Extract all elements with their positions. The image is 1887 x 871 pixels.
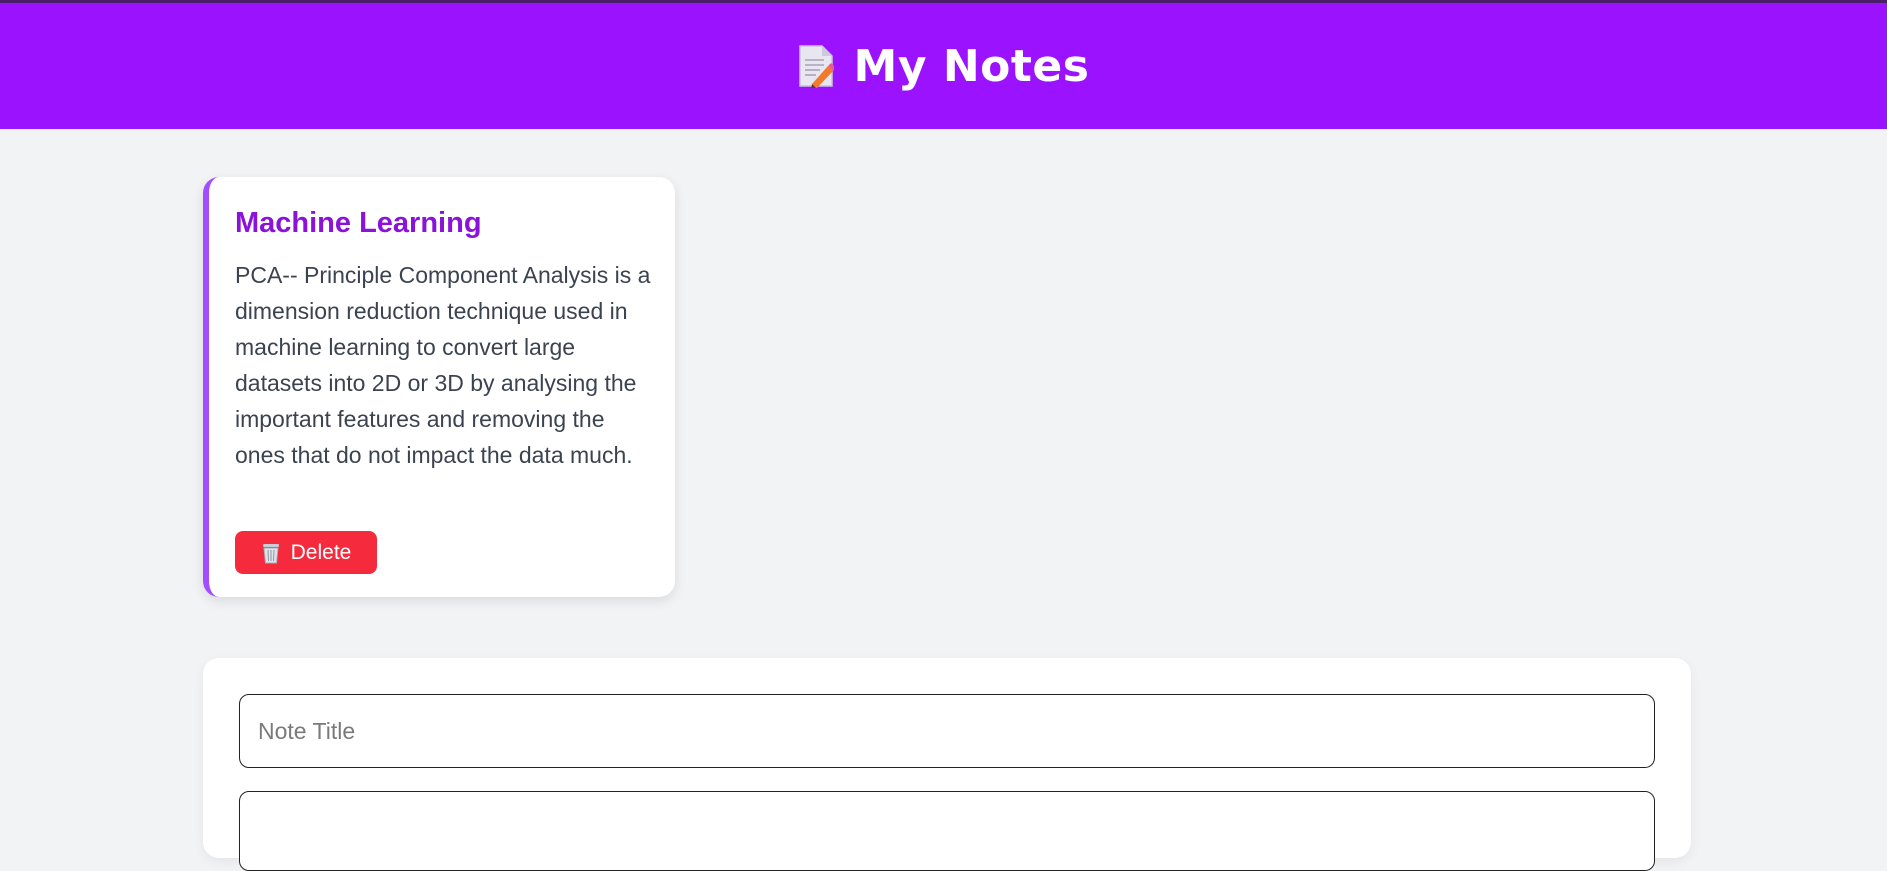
note-body: PCA-- Principle Component Analysis is a …: [235, 262, 651, 468]
note-title: Machine Learning: [235, 207, 482, 239]
header-content: My Notes: [798, 41, 1090, 92]
memo-icon: [798, 44, 836, 89]
note-title-input[interactable]: [239, 694, 1655, 768]
note-form: [203, 658, 1691, 871]
app-header: My Notes: [0, 3, 1887, 129]
note-card: Machine Learning PCA-- Principle Compone…: [203, 177, 675, 597]
page-title: My Notes: [853, 40, 1090, 92]
note-content-input[interactable]: [239, 791, 1655, 871]
delete-button-label: Delete: [290, 540, 352, 564]
delete-button[interactable]: Delete: [235, 531, 377, 574]
wastebasket-icon: [261, 542, 281, 564]
